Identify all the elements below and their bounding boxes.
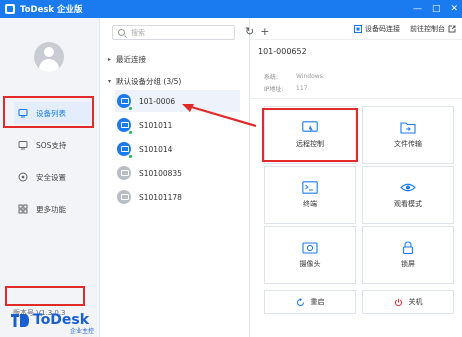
windows-device-icon [117,166,131,180]
terminal-tile[interactable]: 终端 [264,166,356,224]
highlight-box [3,96,94,128]
device-name: 101-0006 [139,96,176,106]
device-name: S10101178 [139,192,182,202]
chevron-down-icon: ▾ [108,78,112,85]
ip-label: IP地址: [264,86,284,93]
system-info-row: 系统: Windows [264,72,323,81]
shutdown-button[interactable]: 关机 [362,290,454,314]
search-icon [118,29,125,36]
device-name: S101014 [139,144,173,154]
file-transfer-tile[interactable]: 文件传输 [362,106,454,164]
tile-label: 锁屏 [401,260,415,268]
windows-device-icon [117,190,131,204]
eye-icon [400,183,416,192]
group-recent[interactable]: ▸ 最近连接 [108,54,146,65]
todesk-logo-icon [11,314,29,327]
annotation-arrow [182,104,257,128]
qrcode-icon [354,24,362,33]
divider [250,98,462,99]
external-link-icon [448,25,456,32]
device-item[interactable]: S10100835 [115,162,240,184]
restart-icon [296,297,304,306]
sidebar-item-label: SOS支持 [36,140,67,150]
windows-device-icon [117,94,133,111]
group-default[interactable]: ▾ 默认设备分组 (3/5) [108,76,181,87]
camera-tile[interactable]: 摄像头 [264,226,356,284]
device-item[interactable]: S10101178 [115,186,240,208]
folder-icon [400,122,416,134]
title-bar: ToDesk 企业版 — □ ✕ [0,0,462,18]
shield-icon [18,172,28,182]
device-item[interactable]: S101014 [115,138,240,160]
group-label: 最近连接 [116,55,147,64]
panel-header: 设备码连接 前往控制台 [250,18,462,40]
minimize-icon[interactable]: — [413,4,422,14]
window-controls: — □ ✕ [413,0,458,18]
windows-device-icon [117,118,133,135]
device-name: S10100835 [139,168,182,178]
tile-label: 观看模式 [394,200,422,208]
online-dot [128,154,133,159]
close-icon[interactable]: ✕ [450,4,458,14]
restart-button[interactable]: 重启 [264,290,356,314]
chevron-right-icon: ▸ [108,56,112,63]
online-dot [128,130,133,135]
avatar[interactable] [34,42,64,72]
highlight-box [5,286,85,306]
power-icon [394,298,402,306]
device-code-connect-link[interactable]: 设备码连接 [354,24,400,34]
search-placeholder: 搜索 [131,28,145,37]
view-mode-tile[interactable]: 观看模式 [362,166,454,224]
sidebar-item-label: 更多功能 [36,204,66,214]
device-name: S101011 [139,120,173,130]
logo-subtitle: 企业主控 [70,328,95,335]
lock-screen-tile[interactable]: 锁屏 [362,226,454,284]
todesk-logo: ToDesk 企业主控 [10,312,94,335]
sidebar-item-sos[interactable]: SOS支持 [14,134,92,156]
ip-value: 117. [296,85,310,92]
sidebar-item-label: 安全设置 [36,172,66,182]
window-title: ToDesk 企业版 [20,5,83,15]
device-list-panel: 搜索 ↻ + ▸ 最近连接 ▾ 默认设备分组 (3/5) 101-0006 S1… [100,18,269,337]
group-label: 默认设备分组 (3/5) [116,77,182,86]
maximize-icon[interactable]: □ [432,4,441,14]
goto-console-label: 前往控制台 [410,24,445,33]
highlight-box [262,108,358,162]
shutdown-label: 关机 [408,298,423,306]
restart-label: 重启 [310,298,325,306]
windows-device-icon [117,142,133,159]
tile-label: 终端 [303,200,317,208]
todesk-app-icon [5,4,15,14]
tile-label: 文件传输 [394,140,422,148]
grid-icon [18,204,28,214]
sidebar-item-more[interactable]: 更多功能 [14,198,92,220]
sidebar-item-security[interactable]: 安全设置 [14,166,92,188]
terminal-icon [302,181,318,194]
monitor-icon [18,141,28,150]
lock-icon [402,241,414,254]
logo-brand: ToDesk [33,312,90,328]
search-input[interactable]: 搜索 [112,25,235,40]
system-label: 系统: [264,74,279,81]
system-value: Windows [296,73,323,80]
camera-icon [302,242,318,254]
device-id-title: 101-000652 [258,47,307,56]
goto-console-link[interactable]: 前往控制台 [410,24,456,34]
tile-label: 摄像头 [299,260,321,268]
online-dot [128,106,133,111]
ip-info-row: IP地址: 117. [264,84,309,93]
device-code-connect-label: 设备码连接 [365,24,400,33]
